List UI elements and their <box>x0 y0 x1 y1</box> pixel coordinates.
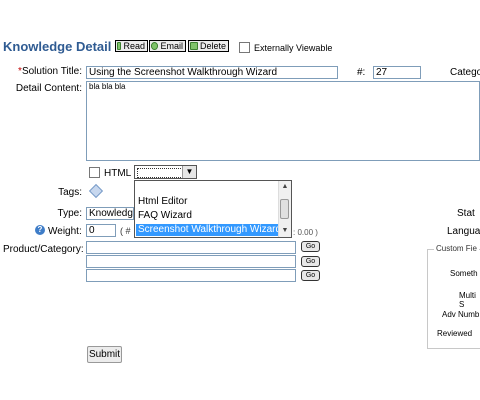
externally-viewable-checkbox[interactable] <box>239 42 250 53</box>
scroll-up-icon[interactable]: ▲ <box>279 181 291 193</box>
weight-input[interactable]: 0 <box>86 224 116 237</box>
delete-button[interactable]: Delete <box>188 40 229 52</box>
product-category-label: Product/Category: <box>3 244 84 255</box>
page-title: Knowledge Detail <box>3 39 112 54</box>
weight-label: Weight: <box>48 226 82 237</box>
email-button[interactable]: Email <box>149 40 186 52</box>
go-button-3[interactable]: Go <box>301 270 320 281</box>
go-button-2[interactable]: Go <box>301 256 320 267</box>
scroll-thumb[interactable] <box>280 199 289 219</box>
tags-label: Tags: <box>58 187 82 198</box>
number-input[interactable]: 27 <box>373 66 421 79</box>
adv-number-label: Adv Numb <box>442 310 480 319</box>
scroll-down-icon[interactable]: ▼ <box>279 225 291 237</box>
multi-label: Multi S <box>459 291 476 309</box>
chevron-down-icon[interactable]: ▼ <box>182 166 196 178</box>
product-category-input-2[interactable] <box>86 255 296 268</box>
externally-viewable-label: Externally Viewable <box>254 43 333 53</box>
custom-fields-legend: Custom Fie <box>434 244 479 253</box>
html-label: HTML <box>104 168 132 179</box>
reviewed-label: Reviewed <box>437 329 473 338</box>
go-button-1[interactable]: Go <box>301 241 320 252</box>
solution-title-label-text: Solution Title: <box>21 66 82 77</box>
detail-content-textarea[interactable]: bla bla bla <box>86 81 480 161</box>
weight-hint-suffix: : 0.00 ) <box>293 228 318 237</box>
editor-select[interactable]: ▼ <box>134 165 197 179</box>
product-category-input-3[interactable] <box>86 269 296 282</box>
type-select[interactable]: Knowledg <box>86 207 134 220</box>
dropdown-scrollbar[interactable]: ▲ ▼ <box>278 181 291 237</box>
read-button[interactable]: Read <box>115 40 148 52</box>
html-checkbox[interactable] <box>89 167 100 178</box>
submit-button[interactable]: Submit <box>87 346 122 363</box>
dropdown-option-html-editor[interactable]: Html Editor <box>136 196 278 208</box>
editor-dropdown-list[interactable]: Html Editor FAQ Wizard Screenshot Walkth… <box>134 180 292 238</box>
dropdown-option-faq-wizard[interactable]: FAQ Wizard <box>136 210 278 222</box>
category-label: Catego <box>450 67 480 78</box>
something-label: Someth <box>450 269 478 278</box>
solution-title-label: *Solution Title: <box>18 66 82 77</box>
detail-content-label: Detail Content: <box>15 83 82 94</box>
delete-label: Delete <box>199 41 226 51</box>
tag-icon[interactable] <box>88 183 104 199</box>
language-label: Langua <box>447 226 480 237</box>
read-label: Read <box>123 41 145 51</box>
delete-icon <box>190 42 198 50</box>
help-icon[interactable]: ? <box>35 225 45 235</box>
type-label: Type: <box>57 208 82 219</box>
solution-title-input[interactable]: Using the Screenshot Walkthrough Wizard <box>86 66 338 79</box>
read-icon <box>117 42 122 50</box>
editor-select-focus <box>137 168 183 178</box>
product-category-input-1[interactable] <box>86 241 296 254</box>
weight-hint-prefix: ( # <box>120 226 131 236</box>
status-label: Stat <box>457 208 475 219</box>
email-label: Email <box>160 41 183 51</box>
email-icon <box>151 42 159 50</box>
dropdown-option-screenshot-walkthrough-wizard[interactable]: Screenshot Walkthrough Wizard <box>136 224 278 236</box>
number-label: #: <box>357 67 366 78</box>
